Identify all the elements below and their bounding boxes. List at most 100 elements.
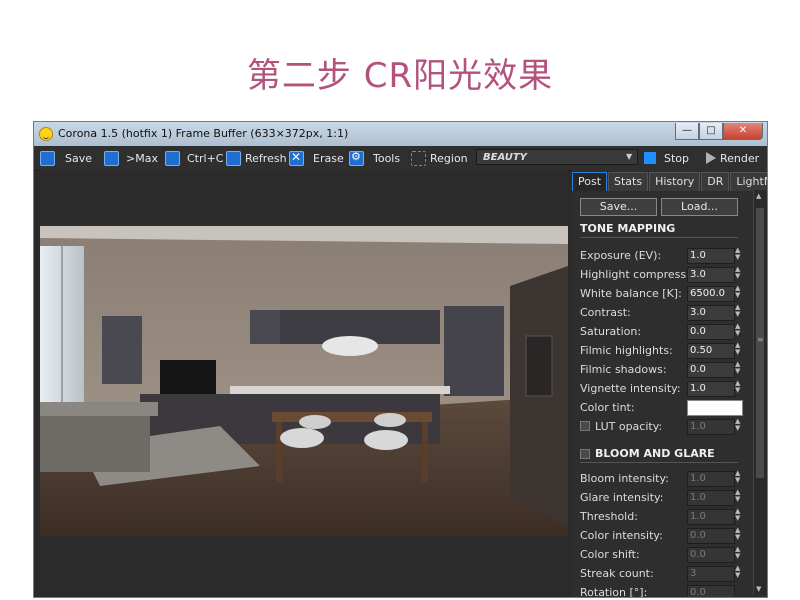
color-intensity-input[interactable]: 0.0 [687, 528, 735, 544]
frame-buffer-window: Corona 1.5 (hotfix 1) Frame Buffer (633×… [33, 121, 768, 598]
gear-icon [349, 150, 364, 166]
tab-post[interactable]: Post [572, 172, 608, 191]
spinner-icon[interactable]: ▲ ▼ [735, 247, 740, 261]
grip-icon: ≡ [757, 335, 764, 344]
panel-scrollbar[interactable]: ▲ ≡ ▼ [753, 190, 766, 595]
spinner-icon[interactable]: ▲ ▼ [735, 565, 740, 579]
spinner-icon[interactable]: ▲ ▼ [735, 361, 740, 375]
render-viewport[interactable] [40, 170, 568, 596]
highlight-compress-input[interactable]: 3.0 [687, 267, 735, 283]
stop-label: Stop [664, 151, 690, 165]
region-select-icon [411, 150, 426, 166]
spinner-icon[interactable]: ▲ ▼ [735, 266, 740, 280]
filmic-highlights-label: Filmic highlights: [580, 344, 673, 357]
stop-button[interactable]: Stop [644, 148, 689, 168]
lut-opacity-label: LUT opacity: [595, 420, 663, 433]
threshold-input[interactable]: 1.0 [687, 509, 735, 525]
filmic-shadows-input[interactable]: 0.0 [687, 362, 735, 378]
spinner-icon[interactable]: ▲ ▼ [735, 508, 740, 522]
refresh-icon [226, 150, 241, 166]
erase-label: Erase [313, 151, 344, 165]
panel-tabs: Post Stats History DR LightMix [572, 172, 767, 191]
rotation-input[interactable]: 0.0 [687, 585, 735, 597]
streak-count-label: Streak count: [580, 567, 654, 580]
streak-count-row: Streak count: 3 ▲ ▼ [580, 565, 740, 582]
spinner-icon[interactable]: ▲ ▼ [735, 304, 740, 318]
contrast-input[interactable]: 3.0 [687, 305, 735, 321]
save-button[interactable]: Save [40, 148, 92, 168]
glare-intensity-input[interactable]: 1.0 [687, 490, 735, 506]
tone-mapping-title: TONE MAPPING [580, 222, 676, 235]
contrast-label: Contrast: [580, 306, 631, 319]
floppy-disk-icon [40, 150, 55, 166]
filmic-shadows-label: Filmic shadows: [580, 363, 667, 376]
tab-lightmix[interactable]: LightMix [730, 172, 767, 191]
color-tint-label: Color tint: [580, 401, 635, 414]
exposure-label: Exposure (EV): [580, 249, 662, 262]
contrast-row: Contrast: 3.0 ▲ ▼ [580, 304, 740, 321]
tab-history[interactable]: History [649, 172, 701, 191]
tab-stats[interactable]: Stats [608, 172, 649, 191]
maximize-button[interactable]: □ [699, 123, 723, 140]
saturation-label: Saturation: [580, 325, 642, 338]
spinner-icon[interactable]: ▲ ▼ [735, 342, 740, 356]
refresh-button[interactable]: Refresh [226, 148, 287, 168]
white-balance-input[interactable]: 6500.0 [687, 286, 735, 302]
tools-button[interactable]: Tools [349, 148, 400, 168]
scroll-down-icon[interactable]: ▼ [756, 585, 761, 593]
spinner-icon[interactable]: ▲ ▼ [735, 380, 740, 394]
tab-dr[interactable]: DR [701, 172, 730, 191]
saturation-row: Saturation: 0.0 ▲ ▼ [580, 323, 740, 340]
render-pass-select[interactable]: BEAUTY [476, 149, 638, 165]
page-heading: 第二步 CR阳光效果 [246, 56, 554, 96]
bloom-glare-title: BLOOM AND GLARE [595, 447, 715, 460]
vignette-intensity-input[interactable]: 1.0 [687, 381, 735, 397]
toolbar: Save >Max Ctrl+C Refresh Erase Tools Reg… [34, 146, 767, 171]
render-label: Render [720, 151, 760, 165]
white-balance-label: White balance [K]: [580, 287, 682, 300]
erase-icon [289, 150, 304, 166]
bloom-intensity-label: Bloom intensity: [580, 472, 669, 485]
lut-opacity-input[interactable]: 1.0 [687, 419, 735, 435]
filmic-highlights-input[interactable]: 0.50 [687, 343, 735, 359]
close-button[interactable]: ✕ [723, 123, 763, 140]
chevron-down-icon[interactable]: ▼ [626, 152, 632, 161]
refresh-label: Refresh [245, 151, 287, 165]
save-preset-button[interactable]: Save... [580, 198, 657, 216]
minimize-button[interactable]: — [675, 123, 699, 140]
lut-checkbox[interactable] [580, 421, 590, 431]
settings-panel: Post Stats History DR LightMix Save... L… [572, 170, 767, 598]
spinner-icon[interactable]: ▲ ▼ [735, 323, 740, 337]
erase-button[interactable]: Erase [289, 148, 344, 168]
render-button[interactable]: Render [706, 148, 759, 168]
region-button[interactable]: Region [411, 148, 468, 168]
ctrl-c-label: Ctrl+C [187, 151, 224, 165]
title-bar[interactable]: Corona 1.5 (hotfix 1) Frame Buffer (633×… [34, 122, 767, 146]
highlight-compress-row: Highlight compress: 3.0 ▲ ▼ [580, 266, 740, 283]
scroll-up-icon[interactable]: ▲ [756, 192, 761, 200]
ctrl-c-button[interactable]: Ctrl+C [165, 148, 223, 168]
threshold-row: Threshold: 1.0 ▲ ▼ [580, 508, 740, 525]
max-button[interactable]: >Max [104, 148, 158, 168]
spinner-icon[interactable]: ▲ ▼ [735, 418, 740, 432]
rotation-label: Rotation [°]: [580, 586, 648, 598]
color-tint-swatch[interactable] [687, 400, 743, 416]
spinner-icon[interactable]: ▲ ▼ [735, 285, 740, 299]
spinner-icon[interactable]: ▲ ▼ [735, 527, 740, 541]
spinner-icon[interactable]: ▲ ▼ [735, 489, 740, 503]
section-divider [580, 237, 738, 238]
color-shift-input[interactable]: 0.0 [687, 547, 735, 563]
streak-count-input[interactable]: 3 [687, 566, 735, 582]
saturation-input[interactable]: 0.0 [687, 324, 735, 340]
vignette-intensity-label: Vignette intensity: [580, 382, 681, 395]
bloom-intensity-row: Bloom intensity: 1.0 ▲ ▼ [580, 470, 740, 487]
white-balance-row: White balance [K]: 6500.0 ▲ ▼ [580, 285, 740, 302]
bloom-glare-checkbox[interactable] [580, 449, 590, 459]
threshold-label: Threshold: [580, 510, 638, 523]
exposure-input[interactable]: 1.0 [687, 248, 735, 264]
load-preset-button[interactable]: Load... [661, 198, 738, 216]
spinner-icon[interactable]: ▲ ▼ [735, 546, 740, 560]
spinner-icon[interactable]: ▲ ▼ [735, 470, 740, 484]
vignette-intensity-row: Vignette intensity: 1.0 ▲ ▼ [580, 380, 740, 397]
bloom-intensity-input[interactable]: 1.0 [687, 471, 735, 487]
